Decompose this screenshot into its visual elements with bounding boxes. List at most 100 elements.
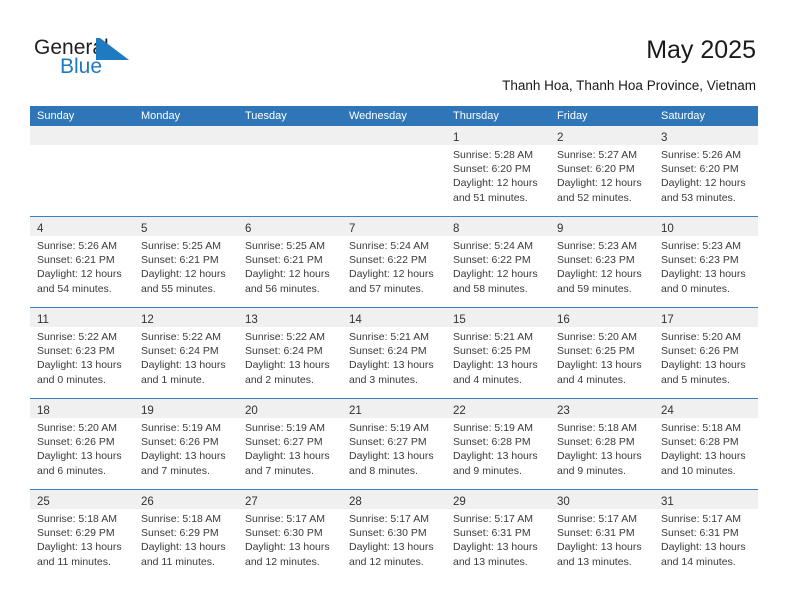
sunset-text: Sunset: 6:29 PM — [141, 527, 219, 540]
day-cell[interactable]: 5 Sunrise: 5:25 AM Sunset: 6:21 PM Dayli… — [134, 217, 238, 307]
daylight-text: Daylight: 13 hours and 6 minutes. — [37, 450, 122, 477]
day-cell — [30, 126, 134, 216]
daylight-text: Daylight: 12 hours and 54 minutes. — [37, 268, 122, 295]
day-cell[interactable]: 20 Sunrise: 5:19 AM Sunset: 6:27 PM Dayl… — [238, 399, 342, 489]
day-cell[interactable]: 19 Sunrise: 5:19 AM Sunset: 6:26 PM Dayl… — [134, 399, 238, 489]
day-cell[interactable]: 15 Sunrise: 5:21 AM Sunset: 6:25 PM Dayl… — [446, 308, 550, 398]
day-cell[interactable]: 9 Sunrise: 5:23 AM Sunset: 6:23 PM Dayli… — [550, 217, 654, 307]
day-number: 13 — [245, 314, 258, 326]
day-number: 26 — [141, 496, 154, 508]
day-cell[interactable]: 7 Sunrise: 5:24 AM Sunset: 6:22 PM Dayli… — [342, 217, 446, 307]
day-number: 16 — [557, 314, 570, 326]
day-cell[interactable]: 16 Sunrise: 5:20 AM Sunset: 6:25 PM Dayl… — [550, 308, 654, 398]
daylight-text: Daylight: 13 hours and 14 minutes. — [661, 541, 746, 568]
calendar-week-row: 4 Sunrise: 5:26 AM Sunset: 6:21 PM Dayli… — [30, 216, 758, 307]
sunset-text: Sunset: 6:26 PM — [37, 436, 115, 449]
sunrise-text: Sunrise: 5:22 AM — [245, 331, 325, 343]
sunrise-text: Sunrise: 5:19 AM — [141, 422, 221, 434]
sunrise-text: Sunrise: 5:18 AM — [661, 422, 741, 434]
day-cell[interactable]: 12 Sunrise: 5:22 AM Sunset: 6:24 PM Dayl… — [134, 308, 238, 398]
day-number: 3 — [661, 132, 668, 144]
sunset-text: Sunset: 6:25 PM — [453, 345, 531, 358]
day-number: 22 — [453, 405, 466, 417]
day-cell[interactable]: 26 Sunrise: 5:18 AM Sunset: 6:29 PM Dayl… — [134, 490, 238, 580]
sunrise-text: Sunrise: 5:19 AM — [245, 422, 325, 434]
day-number: 4 — [37, 223, 44, 235]
day-cell[interactable]: 10 Sunrise: 5:23 AM Sunset: 6:23 PM Dayl… — [654, 217, 758, 307]
sunrise-text: Sunrise: 5:22 AM — [141, 331, 221, 343]
daylight-text: Daylight: 13 hours and 13 minutes. — [453, 541, 538, 568]
sunset-text: Sunset: 6:23 PM — [661, 254, 739, 267]
day-cell[interactable]: 1 Sunrise: 5:28 AM Sunset: 6:20 PM Dayli… — [446, 126, 550, 216]
day-cell[interactable]: 27 Sunrise: 5:17 AM Sunset: 6:30 PM Dayl… — [238, 490, 342, 580]
weekday-header-friday: Friday — [557, 110, 588, 122]
weekday-header-row: Sunday Monday Tuesday Wednesday Thursday… — [30, 106, 758, 126]
sunset-text: Sunset: 6:20 PM — [557, 163, 635, 176]
day-cell[interactable]: 23 Sunrise: 5:18 AM Sunset: 6:28 PM Dayl… — [550, 399, 654, 489]
day-number: 21 — [349, 405, 362, 417]
day-cell[interactable]: 17 Sunrise: 5:20 AM Sunset: 6:26 PM Dayl… — [654, 308, 758, 398]
daylight-text: Daylight: 13 hours and 4 minutes. — [557, 359, 642, 386]
sunset-text: Sunset: 6:21 PM — [245, 254, 323, 267]
sunset-text: Sunset: 6:22 PM — [349, 254, 427, 267]
day-cell[interactable]: 24 Sunrise: 5:18 AM Sunset: 6:28 PM Dayl… — [654, 399, 758, 489]
sunset-text: Sunset: 6:24 PM — [141, 345, 219, 358]
day-number: 25 — [37, 496, 50, 508]
day-number: 28 — [349, 496, 362, 508]
day-cell[interactable]: 29 Sunrise: 5:17 AM Sunset: 6:31 PM Dayl… — [446, 490, 550, 580]
day-cell — [134, 126, 238, 216]
day-cell[interactable]: 30 Sunrise: 5:17 AM Sunset: 6:31 PM Dayl… — [550, 490, 654, 580]
sunset-text: Sunset: 6:30 PM — [245, 527, 323, 540]
day-cell[interactable]: 8 Sunrise: 5:24 AM Sunset: 6:22 PM Dayli… — [446, 217, 550, 307]
day-number: 20 — [245, 405, 258, 417]
sunset-text: Sunset: 6:24 PM — [245, 345, 323, 358]
day-number: 18 — [37, 405, 50, 417]
daylight-text: Daylight: 13 hours and 2 minutes. — [245, 359, 330, 386]
day-cell[interactable]: 6 Sunrise: 5:25 AM Sunset: 6:21 PM Dayli… — [238, 217, 342, 307]
day-number: 8 — [453, 223, 460, 235]
sunrise-text: Sunrise: 5:26 AM — [661, 149, 741, 161]
day-cell[interactable]: 31 Sunrise: 5:17 AM Sunset: 6:31 PM Dayl… — [654, 490, 758, 580]
sunrise-text: Sunrise: 5:21 AM — [453, 331, 533, 343]
sunrise-text: Sunrise: 5:20 AM — [557, 331, 637, 343]
sunrise-text: Sunrise: 5:27 AM — [557, 149, 637, 161]
sunrise-text: Sunrise: 5:23 AM — [661, 240, 741, 252]
day-cell[interactable]: 13 Sunrise: 5:22 AM Sunset: 6:24 PM Dayl… — [238, 308, 342, 398]
day-number: 14 — [349, 314, 362, 326]
sunrise-text: Sunrise: 5:21 AM — [349, 331, 429, 343]
day-cell[interactable]: 2 Sunrise: 5:27 AM Sunset: 6:20 PM Dayli… — [550, 126, 654, 216]
day-cell[interactable]: 18 Sunrise: 5:20 AM Sunset: 6:26 PM Dayl… — [30, 399, 134, 489]
general-blue-logo[interactable]: General Blue — [34, 36, 214, 84]
day-number: 27 — [245, 496, 258, 508]
daylight-text: Daylight: 12 hours and 58 minutes. — [453, 268, 538, 295]
daylight-text: Daylight: 12 hours and 56 minutes. — [245, 268, 330, 295]
daylight-text: Daylight: 13 hours and 1 minute. — [141, 359, 226, 386]
sunset-text: Sunset: 6:28 PM — [453, 436, 531, 449]
logo-triangle-icon — [100, 38, 129, 60]
day-cell[interactable]: 14 Sunrise: 5:21 AM Sunset: 6:24 PM Dayl… — [342, 308, 446, 398]
day-cell[interactable]: 3 Sunrise: 5:26 AM Sunset: 6:20 PM Dayli… — [654, 126, 758, 216]
sunset-text: Sunset: 6:20 PM — [453, 163, 531, 176]
daylight-text: Daylight: 13 hours and 11 minutes. — [37, 541, 122, 568]
sunset-text: Sunset: 6:20 PM — [661, 163, 739, 176]
day-number: 11 — [37, 314, 49, 326]
daylight-text: Daylight: 13 hours and 7 minutes. — [245, 450, 330, 477]
sunset-text: Sunset: 6:29 PM — [37, 527, 115, 540]
day-cell[interactable]: 22 Sunrise: 5:19 AM Sunset: 6:28 PM Dayl… — [446, 399, 550, 489]
sunrise-text: Sunrise: 5:19 AM — [453, 422, 533, 434]
day-number: 12 — [141, 314, 154, 326]
sunset-text: Sunset: 6:22 PM — [453, 254, 531, 267]
day-number: 24 — [661, 405, 674, 417]
daylight-text: Daylight: 12 hours and 52 minutes. — [557, 177, 642, 204]
day-cell[interactable]: 4 Sunrise: 5:26 AM Sunset: 6:21 PM Dayli… — [30, 217, 134, 307]
sunset-text: Sunset: 6:26 PM — [141, 436, 219, 449]
weekday-header-tuesday: Tuesday — [245, 110, 287, 122]
day-cell[interactable]: 11 Sunrise: 5:22 AM Sunset: 6:23 PM Dayl… — [30, 308, 134, 398]
day-cell[interactable]: 25 Sunrise: 5:18 AM Sunset: 6:29 PM Dayl… — [30, 490, 134, 580]
sunset-text: Sunset: 6:31 PM — [453, 527, 531, 540]
daylight-text: Daylight: 12 hours and 57 minutes. — [349, 268, 434, 295]
daylight-text: Daylight: 12 hours and 51 minutes. — [453, 177, 538, 204]
page-title: May 2025 — [646, 36, 756, 64]
day-cell[interactable]: 21 Sunrise: 5:19 AM Sunset: 6:27 PM Dayl… — [342, 399, 446, 489]
day-cell[interactable]: 28 Sunrise: 5:17 AM Sunset: 6:30 PM Dayl… — [342, 490, 446, 580]
